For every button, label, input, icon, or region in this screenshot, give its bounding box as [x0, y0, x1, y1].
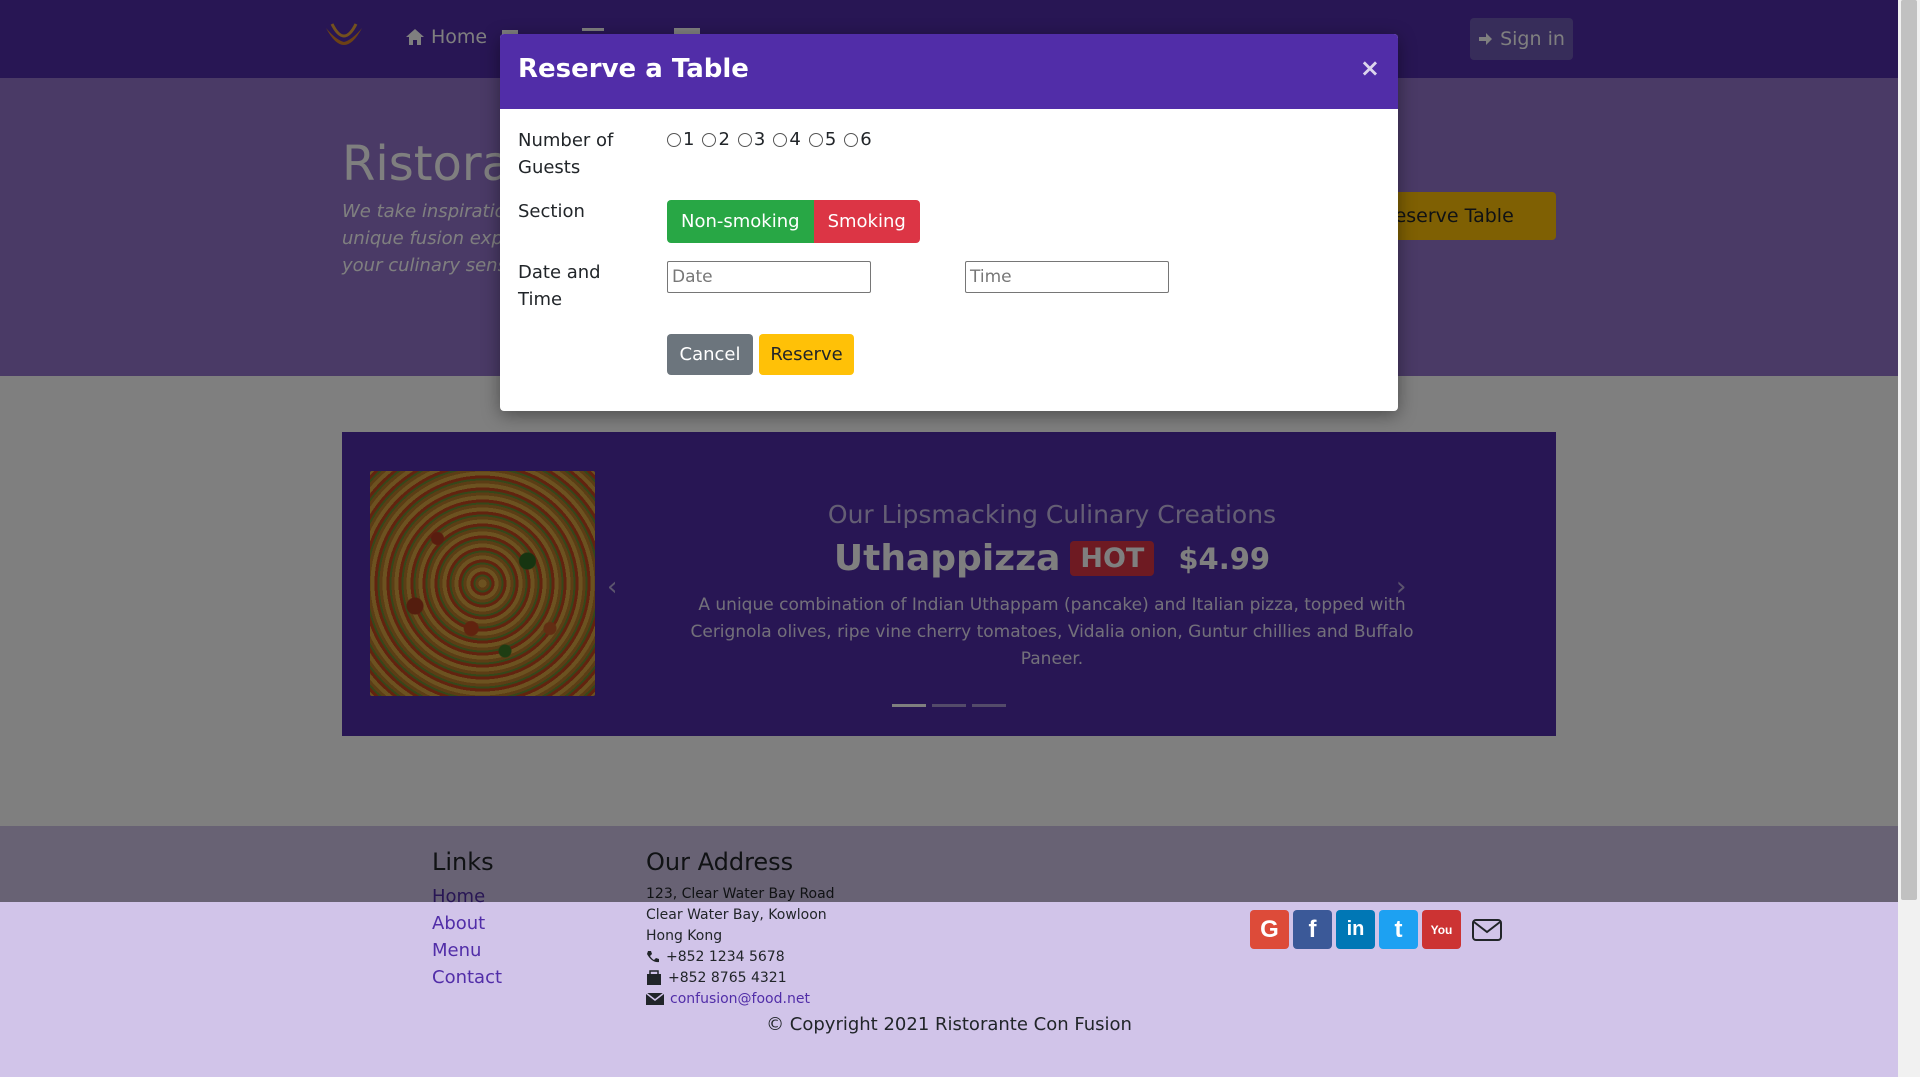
smoking-button[interactable]: Smoking — [813, 200, 920, 243]
date-input[interactable]: Date — [667, 261, 871, 293]
radio-button[interactable] — [737, 132, 752, 147]
phone-line: +852 1234 5678 — [646, 949, 785, 965]
reserve-button[interactable]: Reserve — [759, 334, 854, 375]
guests-radio-group: 1 2 3 4 5 6 — [667, 129, 872, 150]
section-toggle: Non-smoking Smoking — [667, 200, 920, 243]
guest-option-6[interactable]: 6 — [844, 129, 872, 150]
reserve-modal: Reserve a Table × Number of Guests 1 2 3… — [500, 34, 1398, 411]
cancel-button[interactable]: Cancel — [667, 334, 753, 375]
email-line: confusion@food.net — [646, 991, 810, 1007]
radio-button[interactable] — [844, 132, 859, 147]
mail-icon[interactable] — [1471, 917, 1503, 943]
radio-button[interactable] — [702, 132, 717, 147]
social-links: G f in t You — [1250, 910, 1503, 949]
guest-option-5[interactable]: 5 — [808, 129, 836, 150]
page: Home Sign in Ristorante con Fusion We ta… — [0, 0, 1898, 1077]
email-link[interactable]: confusion@food.net — [670, 991, 810, 1007]
guest-option-2[interactable]: 2 — [702, 129, 730, 150]
phone-icon — [647, 951, 659, 963]
guest-option-1[interactable]: 1 — [667, 129, 694, 150]
guest-option-3[interactable]: 3 — [737, 129, 765, 150]
guests-label: Number of Guests — [518, 130, 614, 178]
youtube-icon[interactable]: You — [1422, 910, 1461, 949]
time-input[interactable]: Time — [965, 261, 1169, 293]
fax-line: +852 8765 4321 — [646, 970, 787, 986]
datetime-label: Date and Time — [518, 262, 601, 310]
radio-button[interactable] — [808, 132, 823, 147]
linkedin-icon[interactable]: in — [1336, 910, 1375, 949]
scrollbar-thumb[interactable] — [1901, 0, 1917, 900]
google-plus-icon[interactable]: G — [1250, 910, 1289, 949]
copyright: © Copyright 2021 Ristorante Con Fusion — [766, 1014, 1132, 1035]
facebook-icon[interactable]: f — [1293, 910, 1332, 949]
fax-number: +852 8765 4321 — [668, 970, 787, 986]
phone-number: +852 1234 5678 — [666, 949, 785, 965]
guest-option-4[interactable]: 4 — [773, 129, 801, 150]
footer-link-menu[interactable]: Menu — [432, 940, 481, 961]
fax-icon — [647, 970, 661, 985]
footer-link-contact[interactable]: Contact — [432, 967, 502, 988]
section-label: Section — [518, 201, 585, 222]
twitter-icon[interactable]: t — [1379, 910, 1418, 949]
envelope-icon — [646, 992, 664, 1005]
modal-title: Reserve a Table — [518, 54, 749, 84]
radio-button[interactable] — [667, 132, 681, 147]
radio-button[interactable] — [773, 132, 788, 147]
modal-header: Reserve a Table × — [500, 34, 1398, 109]
address-line: Hong Kong — [646, 928, 723, 944]
non-smoking-button[interactable]: Non-smoking — [667, 200, 814, 243]
close-icon[interactable]: × — [1360, 54, 1380, 82]
address-line: Clear Water Bay, Kowloon — [646, 907, 827, 923]
scrollbar[interactable] — [1898, 0, 1920, 1077]
footer-link-about[interactable]: About — [432, 913, 485, 934]
